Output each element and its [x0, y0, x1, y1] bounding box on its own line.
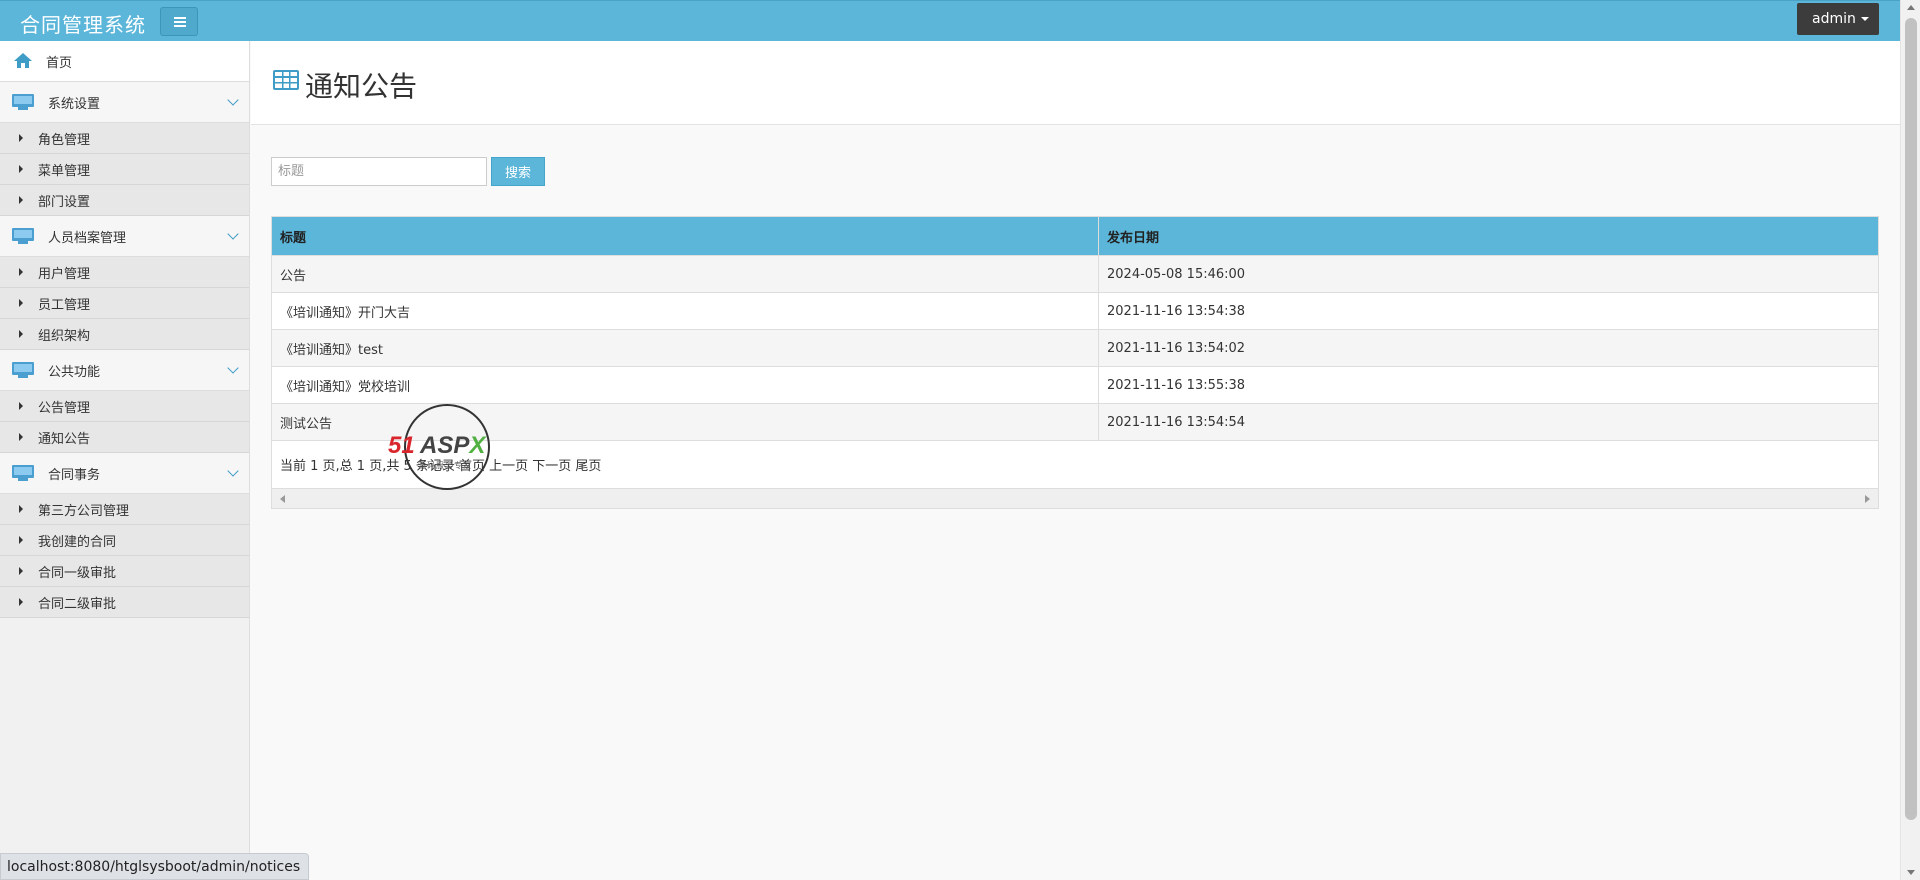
chevron-down-icon [227, 94, 239, 106]
sidebar-item-label: 通知公告 [38, 431, 91, 447]
watermark-name-x: X [469, 432, 486, 459]
sidebar-item-label: 组织架构 [38, 328, 91, 344]
cell-publish-date: 2024-05-08 15:46:00 [1107, 266, 1246, 282]
caret-right-icon [19, 598, 23, 606]
table-header: 标题 发布日期 [272, 217, 1878, 255]
sidebar-item-label: 角色管理 [38, 132, 91, 148]
table-row[interactable]: 《培训通知》党校培训 2021-11-16 13:55:38 [272, 366, 1878, 403]
watermark-number: 51 [388, 432, 415, 459]
sidebar-item-label: 用户管理 [38, 266, 91, 282]
column-header-publish-date[interactable]: 发布日期 [1099, 217, 1878, 255]
menu-icon-line [174, 25, 186, 27]
scroll-up-icon[interactable] [1907, 5, 1915, 10]
sidebar-item-menu-management[interactable]: 菜单管理 [0, 154, 249, 185]
sidebar-item-department-settings[interactable]: 部门设置 [0, 185, 249, 216]
page-header: 通知公告 [251, 41, 1900, 125]
cell-title: 公告 [272, 256, 1099, 292]
caret-right-icon [19, 567, 23, 575]
sidebar-item-org-structure[interactable]: 组织架构 [0, 319, 249, 350]
monitor-icon [12, 362, 34, 378]
caret-down-icon [1860, 17, 1869, 21]
sidebar-toggle-button[interactable] [160, 7, 198, 36]
sidebar-item-label: 合同二级审批 [38, 596, 117, 612]
top-navbar: 合同管理系统 admin [0, 0, 1900, 41]
caret-right-icon [19, 330, 23, 338]
sidebar-group-common-functions[interactable]: 公共功能 [0, 350, 249, 391]
watermark-logo: 51 ASPX 源码服务专家 [388, 402, 518, 492]
menu-icon-line [174, 17, 186, 19]
sidebar-item-third-party-companies[interactable]: 第三方公司管理 [0, 494, 249, 525]
user-name: admin [1812, 11, 1856, 27]
cell-publish-date: 2021-11-16 13:54:38 [1107, 303, 1246, 319]
caret-right-icon [19, 536, 23, 544]
cell-publish-date: 2021-11-16 13:54:54 [1107, 414, 1246, 430]
scroll-left-icon[interactable] [280, 495, 285, 503]
sidebar-item-notices[interactable]: 通知公告 [0, 422, 249, 453]
sidebar-item-label: 员工管理 [38, 297, 91, 313]
home-icon [14, 53, 32, 69]
sidebar-item-label: 我创建的合同 [38, 534, 117, 550]
sidebar-group-system-settings[interactable]: 系统设置 [0, 82, 249, 123]
table-icon [273, 70, 299, 90]
sidebar-group-label: 公共功能 [48, 364, 101, 380]
caret-right-icon [19, 505, 23, 513]
cell-publish-date: 2021-11-16 13:54:02 [1107, 340, 1246, 356]
sidebar: 首页 系统设置 角色管理 菜单管理 部门设置 人员档案管理 用户管理 员工管理 … [0, 41, 250, 880]
user-menu-button[interactable]: admin [1797, 3, 1879, 35]
sidebar-item-home[interactable]: 首页 [0, 41, 249, 82]
watermark-name-main: ASP [420, 432, 470, 459]
caret-right-icon [19, 196, 23, 204]
sidebar-item-first-level-approval[interactable]: 合同一级审批 [0, 556, 249, 587]
monitor-icon [12, 228, 34, 244]
caret-right-icon [19, 134, 23, 142]
search-button[interactable]: 搜索 [491, 157, 545, 186]
column-header-title[interactable]: 标题 [272, 217, 1099, 255]
table-row[interactable]: 公告 2024-05-08 15:46:00 [272, 255, 1878, 292]
caret-right-icon [19, 268, 23, 276]
watermark-tagline: 源码服务专家 [418, 461, 472, 470]
chevron-down-icon [227, 228, 239, 240]
monitor-icon [12, 94, 34, 110]
title-search-input[interactable] [271, 157, 487, 186]
caret-right-icon [19, 165, 23, 173]
sidebar-item-label: 菜单管理 [38, 163, 91, 179]
sidebar-item-label: 合同一级审批 [38, 565, 117, 581]
menu-icon-line [174, 21, 186, 23]
sidebar-item-employee-management[interactable]: 员工管理 [0, 288, 249, 319]
chevron-down-icon [227, 465, 239, 477]
sidebar-item-label: 公告管理 [38, 400, 91, 416]
sidebar-group-label: 系统设置 [48, 96, 101, 112]
cell-title: 《培训通知》开门大吉 [272, 293, 1099, 329]
sidebar-item-label: 首页 [46, 55, 73, 71]
sidebar-group-contract-affairs[interactable]: 合同事务 [0, 453, 249, 494]
sidebar-group-personnel-records[interactable]: 人员档案管理 [0, 216, 249, 257]
sidebar-group-label: 合同事务 [48, 467, 101, 483]
scroll-down-icon[interactable] [1907, 870, 1915, 875]
monitor-icon [12, 465, 34, 481]
sidebar-item-label: 部门设置 [38, 194, 91, 210]
cell-title: 《培训通知》党校培训 [272, 367, 1099, 403]
sidebar-item-second-level-approval[interactable]: 合同二级审批 [0, 587, 249, 618]
app-title: 合同管理系统 [20, 13, 146, 37]
table-row[interactable]: 《培训通知》开门大吉 2021-11-16 13:54:38 [272, 292, 1878, 329]
caret-right-icon [19, 402, 23, 410]
cell-publish-date: 2021-11-16 13:55:38 [1107, 377, 1246, 393]
sidebar-item-label: 第三方公司管理 [38, 503, 130, 519]
scrollbar-thumb[interactable] [1905, 18, 1917, 820]
sidebar-group-label: 人员档案管理 [48, 230, 127, 246]
chevron-down-icon [227, 362, 239, 374]
sidebar-item-announcement-management[interactable]: 公告管理 [0, 391, 249, 422]
scroll-right-icon[interactable] [1865, 495, 1870, 503]
sidebar-item-user-management[interactable]: 用户管理 [0, 257, 249, 288]
page-title: 通知公告 [305, 70, 418, 103]
caret-right-icon [19, 433, 23, 441]
table-row[interactable]: 《培训通知》test 2021-11-16 13:54:02 [272, 329, 1878, 366]
cell-title: 《培训通知》test [272, 330, 1099, 366]
watermark-name: ASPX [420, 432, 485, 460]
caret-right-icon [19, 299, 23, 307]
vertical-scrollbar[interactable] [1900, 0, 1920, 880]
status-bar-url: localhost:8080/htglsysboot/admin/notices [0, 853, 310, 880]
sidebar-item-my-contracts[interactable]: 我创建的合同 [0, 525, 249, 556]
sidebar-item-role-management[interactable]: 角色管理 [0, 123, 249, 154]
